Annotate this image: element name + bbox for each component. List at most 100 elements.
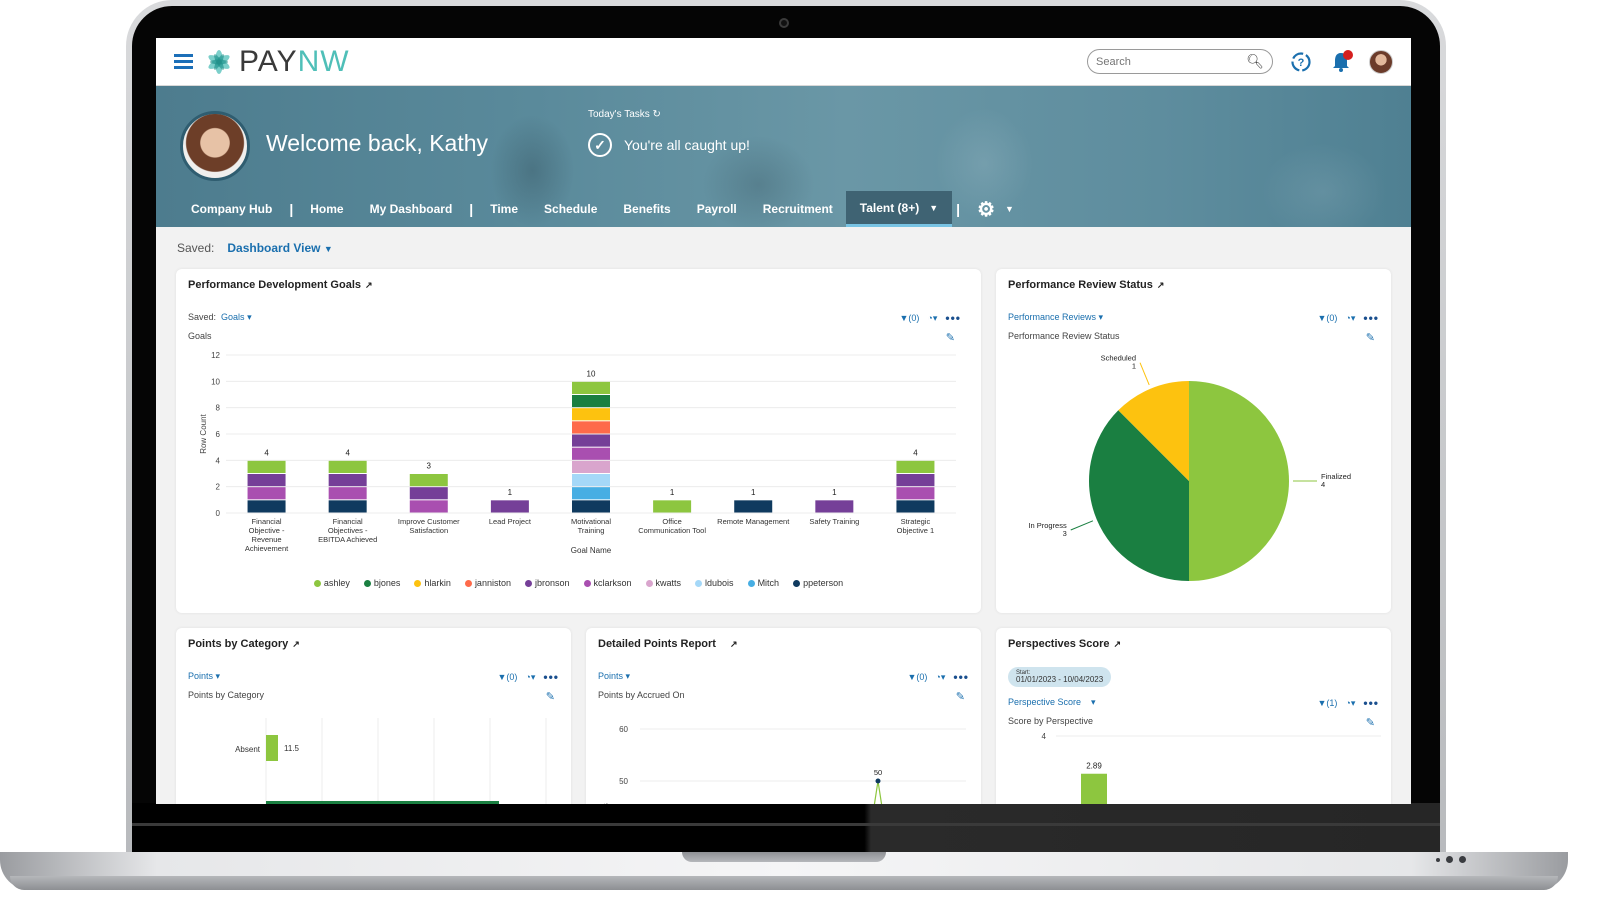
chart-type-button[interactable]: ◔▾ [525, 672, 535, 683]
points-dropdown[interactable]: Points ▾ [188, 671, 220, 681]
legend-item-ldubois[interactable]: ldubois [695, 578, 734, 588]
search-box[interactable]: 🔍︎ [1087, 49, 1273, 74]
goals-dropdown[interactable]: Goals ▾ [221, 312, 252, 322]
bar-segment-ashley [328, 460, 367, 473]
bar-segment-ppeterson [896, 500, 935, 513]
notifications-icon[interactable] [1329, 49, 1353, 74]
search-input[interactable] [1096, 55, 1247, 68]
todays-tasks-text: Today's Tasks [588, 109, 650, 120]
legend-item-jbronson[interactable]: jbronson [524, 578, 570, 588]
points-dropdown[interactable]: Points ▾ [598, 671, 630, 681]
tasks-status-text: You're all caught up! [624, 137, 750, 153]
date-range-chip[interactable]: Start: 01/01/2023 - 10/04/2023 [1008, 667, 1112, 687]
nav-home[interactable]: Home [297, 191, 356, 227]
user-avatar[interactable] [1369, 49, 1393, 74]
legend-item-bjones[interactable]: bjones [363, 578, 400, 588]
external-link-icon[interactable]: ↗ [292, 639, 300, 649]
legend-item-ppeterson[interactable]: ppeterson [793, 578, 843, 588]
more-options-icon[interactable]: ••• [543, 670, 559, 684]
legend-label: kclarkson [593, 578, 632, 588]
performance-review-status-card: Performance Review Status ↗ Performance R… [996, 269, 1391, 613]
perspective-dropdown-label: Perspective Score [1008, 697, 1082, 707]
brand-name-left: PAY [239, 44, 298, 78]
external-link-icon[interactable]: ↗ [1114, 639, 1122, 649]
nav-separator: | [469, 201, 474, 217]
external-link-icon[interactable]: ↗ [365, 280, 373, 290]
x-tick-label: Improve Customer [398, 517, 460, 526]
more-options-icon[interactable]: ••• [1363, 696, 1379, 710]
chart-subtitle: Points by Category [188, 690, 265, 700]
filter-button[interactable]: ▼(0) [900, 313, 920, 323]
chart-type-button[interactable]: ◔▾ [927, 313, 937, 324]
external-link-icon[interactable]: ↗ [1157, 280, 1165, 290]
perspective-dropdown[interactable]: Perspective Score ▾ [1008, 697, 1096, 707]
filter-button[interactable]: ▼(0) [1318, 313, 1338, 323]
edit-pencil-icon[interactable]: ✎ [1366, 331, 1375, 344]
chart-subtitle: Goals [188, 331, 212, 341]
brand-name-right: NW [297, 44, 350, 78]
legend-item-kclarkson[interactable]: kclarkson [583, 578, 632, 588]
points-category-chart: Absent 11.5 [235, 718, 547, 804]
nav-benefits[interactable]: Benefits [610, 191, 683, 227]
pie-value: 4 [1321, 480, 1325, 489]
bezel-divider [132, 823, 1440, 826]
bar [1081, 773, 1107, 804]
legend-item-kwatts[interactable]: kwatts [645, 578, 681, 588]
perspectives-bar-chart: 42.89 [1042, 732, 1381, 804]
card-title-text: Performance Review Status [1008, 279, 1153, 291]
more-options-icon[interactable]: ••• [953, 670, 969, 684]
legend-item-hlarkin[interactable]: hlarkin [414, 578, 451, 588]
main-nav: Company Hub | Home My Dashboard | Time S… [178, 191, 1027, 227]
legend-item-mitch[interactable]: Mitch [747, 578, 779, 588]
chart-type-button[interactable]: ◔▾ [1345, 313, 1355, 324]
bar-total-label: 4 [264, 448, 269, 457]
nav-talent[interactable]: Talent (8+) ▼ [845, 191, 953, 227]
help-icon[interactable]: ? [1289, 50, 1313, 74]
edit-pencil-icon[interactable]: ✎ [956, 690, 965, 703]
bar-segment-ashley [653, 500, 692, 513]
logo[interactable]: PAYNW [203, 45, 350, 79]
refresh-icon[interactable]: ↻ [653, 109, 661, 120]
bar-total-label: 4 [345, 448, 350, 457]
reviews-dropdown-label: Performance Reviews [1008, 312, 1097, 322]
dashboard-view-dropdown[interactable]: Dashboard View ▼ [227, 241, 332, 255]
more-options-icon[interactable]: ••• [945, 311, 961, 325]
nav-schedule[interactable]: Schedule [531, 191, 610, 227]
edit-pencil-icon[interactable]: ✎ [946, 331, 955, 344]
reviews-dropdown[interactable]: Performance Reviews ▾ [1008, 312, 1103, 322]
filter-button[interactable]: ▼(1) [1318, 698, 1338, 708]
legend-label: janniston [474, 578, 511, 588]
more-options-icon[interactable]: ••• [1363, 311, 1379, 325]
search-icon[interactable]: 🔍︎ [1246, 53, 1264, 70]
data-label: 50 [874, 768, 882, 777]
external-link-icon[interactable]: ↗ [730, 639, 738, 649]
bezel-lower [132, 803, 1440, 852]
filter-button[interactable]: ▼(0) [498, 672, 518, 682]
legend-item-ashley[interactable]: ashley [313, 578, 350, 588]
bar-segment-jbronson [409, 487, 448, 500]
bar-segment-ppeterson [247, 500, 286, 513]
nav-company-hub[interactable]: Company Hub [178, 191, 285, 227]
chart-subtitle: Score by Perspective [1008, 716, 1094, 726]
nav-payroll[interactable]: Payroll [684, 191, 750, 227]
legend-label: ashley [323, 578, 350, 588]
y-tick-label: 6 [216, 430, 221, 439]
nav-settings[interactable]: ⚙ ▼ [964, 191, 1027, 227]
nav-recruitment[interactable]: Recruitment [750, 191, 846, 227]
nav-time[interactable]: Time [477, 191, 531, 227]
menu-icon[interactable] [174, 54, 193, 69]
legend-swatch [313, 579, 321, 587]
nav-my-dashboard[interactable]: My Dashboard [357, 191, 466, 227]
chart-type-button[interactable]: ◔▾ [935, 672, 945, 683]
x-tick-label: Satisfaction [409, 526, 448, 535]
widget-tools: ▼(0) ◔▾ ••• [1318, 311, 1380, 325]
legend-item-janniston[interactable]: janniston [464, 578, 511, 588]
saved-reviews: Performance Reviews ▾ [1008, 312, 1103, 323]
chart-type-button[interactable]: ◔▾ [1345, 698, 1355, 709]
legend-swatch [363, 579, 371, 587]
bar-total-label: 1 [508, 488, 513, 497]
chevron-down-icon: ▼ [1005, 204, 1014, 214]
edit-pencil-icon[interactable]: ✎ [546, 690, 555, 703]
legend-swatch [583, 579, 591, 587]
filter-button[interactable]: ▼(0) [908, 672, 928, 682]
